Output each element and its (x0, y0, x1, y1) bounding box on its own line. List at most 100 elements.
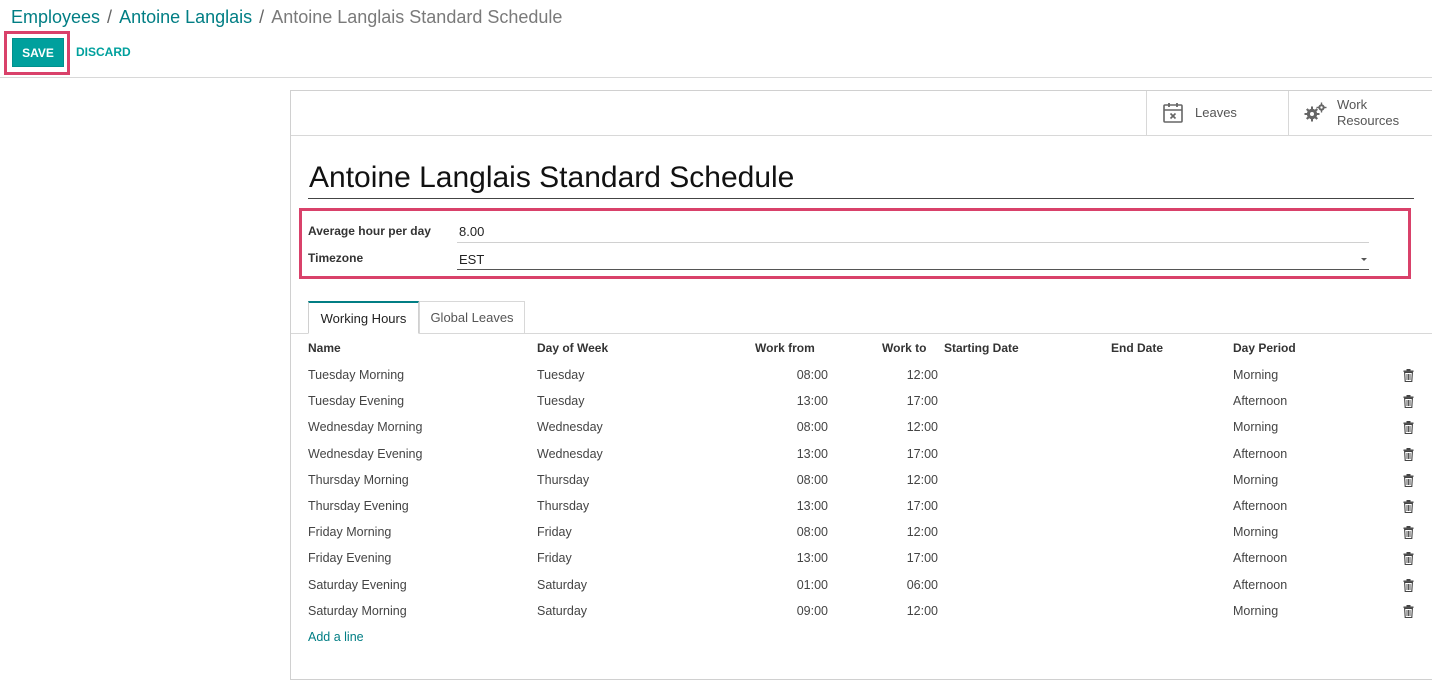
cell-work-to[interactable]: 12:00 (901, 604, 938, 618)
cell-name[interactable]: Wednesday Morning (308, 420, 422, 434)
cell-work-from[interactable]: 13:00 (791, 447, 828, 461)
trash-icon[interactable] (1403, 579, 1414, 592)
cell-work-to[interactable]: 17:00 (901, 394, 938, 408)
cell-day-of-week[interactable]: Tuesday (537, 394, 584, 408)
cell-day-period[interactable]: Afternoon (1233, 447, 1287, 461)
cell-day-of-week[interactable]: Wednesday (537, 447, 603, 461)
record-title[interactable]: Antoine Langlais Standard Schedule (309, 161, 794, 195)
table-row[interactable]: Thursday Evening Thursday 13:00 17:00 Aftern… (291, 499, 1432, 525)
table-row[interactable]: Wednesday Evening Wednesday 13:00 17:00 Afte… (291, 447, 1432, 473)
avg-hours-underline (457, 242, 1369, 243)
cell-name[interactable]: Tuesday Evening (308, 394, 404, 408)
cell-day-period[interactable]: Afternoon (1233, 578, 1287, 592)
cell-day-period[interactable]: Morning (1233, 525, 1278, 539)
title-underline (308, 198, 1414, 199)
column-header-day[interactable]: Day of Week (537, 341, 608, 355)
trash-icon[interactable] (1403, 605, 1414, 618)
cell-work-to[interactable]: 17:00 (901, 551, 938, 565)
cell-day-of-week[interactable]: Thursday (537, 499, 589, 513)
trash-icon[interactable] (1403, 474, 1414, 487)
avg-hours-input[interactable]: 8.00 (459, 224, 484, 239)
cell-work-to[interactable]: 12:00 (901, 525, 938, 539)
cell-name[interactable]: Thursday Evening (308, 499, 409, 513)
cell-work-to[interactable]: 06:00 (901, 578, 938, 592)
cell-day-period[interactable]: Afternoon (1233, 551, 1287, 565)
cell-name[interactable]: Saturday Evening (308, 578, 407, 592)
table-row[interactable]: Wednesday Morning Wednesday 08:00 12:00 Morn… (291, 420, 1432, 446)
cell-day-of-week[interactable]: Friday (537, 525, 572, 539)
leaves-label: Leaves (1195, 105, 1237, 120)
cell-day-of-week[interactable]: Tuesday (537, 368, 584, 382)
cell-name[interactable]: Saturday Morning (308, 604, 407, 618)
cell-name[interactable]: Wednesday Evening (308, 447, 422, 461)
add-line-link[interactable]: Add a line (308, 630, 364, 644)
cell-work-from[interactable]: 01:00 (791, 578, 828, 592)
control-panel-divider (0, 77, 1432, 78)
leaves-button[interactable]: Leaves (1146, 91, 1289, 135)
tab-global-leaves[interactable]: Global Leaves (419, 301, 525, 333)
cell-day-of-week[interactable]: Saturday (537, 578, 587, 592)
tab-baseline (291, 333, 1432, 334)
table-row[interactable]: Thursday Morning Thursday 08:00 12:00 Mornin… (291, 473, 1432, 499)
breadcrumb-employees[interactable]: Employees (11, 7, 100, 27)
breadcrumb-employee[interactable]: Antoine Langlais (119, 7, 252, 27)
cell-work-from[interactable]: 08:00 (791, 368, 828, 382)
cell-work-to[interactable]: 12:00 (901, 473, 938, 487)
cell-day-period[interactable]: Morning (1233, 420, 1278, 434)
breadcrumb-separator: / (107, 7, 113, 27)
cell-work-from[interactable]: 08:00 (791, 473, 828, 487)
cell-work-from[interactable]: 08:00 (791, 525, 828, 539)
timezone-underline (457, 269, 1369, 270)
table-row[interactable]: Tuesday Evening Tuesday 13:00 17:00 Afternoo… (291, 394, 1432, 420)
work-resources-label-line1: Work (1337, 97, 1368, 112)
trash-icon[interactable] (1403, 552, 1414, 565)
cell-work-from[interactable]: 13:00 (791, 499, 828, 513)
cell-name[interactable]: Friday Evening (308, 551, 391, 565)
cell-day-period[interactable]: Afternoon (1233, 394, 1287, 408)
timezone-select[interactable]: EST (459, 252, 484, 267)
trash-icon[interactable] (1403, 448, 1414, 461)
cell-work-to[interactable]: 12:00 (901, 368, 938, 382)
cell-work-from[interactable]: 08:00 (791, 420, 828, 434)
cell-work-from[interactable]: 13:00 (791, 394, 828, 408)
column-header-start[interactable]: Starting Date (944, 341, 1019, 355)
cell-work-to[interactable]: 17:00 (901, 499, 938, 513)
cell-name[interactable]: Tuesday Morning (308, 368, 404, 382)
table-row[interactable]: Saturday Evening Saturday 01:00 06:00 Aftern… (291, 578, 1432, 604)
breadcrumb-current: Antoine Langlais Standard Schedule (271, 7, 563, 27)
gears-icon (1304, 102, 1327, 122)
cell-day-period[interactable]: Morning (1233, 473, 1278, 487)
cell-day-of-week[interactable]: Wednesday (537, 420, 603, 434)
column-header-from[interactable]: Work from (755, 341, 815, 355)
table-row[interactable]: Saturday Morning Saturday 09:00 12:00 Mornin… (291, 604, 1432, 630)
cell-work-from[interactable]: 13:00 (791, 551, 828, 565)
cell-day-period[interactable]: Afternoon (1233, 499, 1287, 513)
cell-work-from[interactable]: 09:00 (791, 604, 828, 618)
caret-down-icon[interactable] (1361, 258, 1367, 261)
column-header-name[interactable]: Name (308, 341, 341, 355)
cell-name[interactable]: Thursday Morning (308, 473, 409, 487)
column-header-end[interactable]: End Date (1111, 341, 1163, 355)
table-row[interactable]: Friday Evening Friday 13:00 17:00 Afternoon (291, 551, 1432, 577)
trash-icon[interactable] (1403, 395, 1414, 408)
tab-working-hours[interactable]: Working Hours (308, 301, 419, 334)
cell-day-period[interactable]: Morning (1233, 604, 1278, 618)
cell-day-of-week[interactable]: Saturday (537, 604, 587, 618)
cell-name[interactable]: Friday Morning (308, 525, 391, 539)
column-header-to[interactable]: Work to (882, 341, 926, 355)
table-row[interactable]: Friday Morning Friday 08:00 12:00 Morning (291, 525, 1432, 551)
table-row[interactable]: Tuesday Morning Tuesday 08:00 12:00 Morning (291, 368, 1432, 394)
cell-day-of-week[interactable]: Friday (537, 551, 572, 565)
save-button[interactable]: SAVE (12, 38, 64, 67)
column-header-period[interactable]: Day Period (1233, 341, 1296, 355)
trash-icon[interactable] (1403, 500, 1414, 513)
cell-work-to[interactable]: 12:00 (901, 420, 938, 434)
cell-work-to[interactable]: 17:00 (901, 447, 938, 461)
work-resources-button[interactable]: Work Resources (1288, 91, 1432, 135)
cell-day-period[interactable]: Morning (1233, 368, 1278, 382)
trash-icon[interactable] (1403, 421, 1414, 434)
discard-button[interactable]: DISCARD (76, 45, 131, 59)
cell-day-of-week[interactable]: Thursday (537, 473, 589, 487)
trash-icon[interactable] (1403, 526, 1414, 539)
trash-icon[interactable] (1403, 369, 1414, 382)
